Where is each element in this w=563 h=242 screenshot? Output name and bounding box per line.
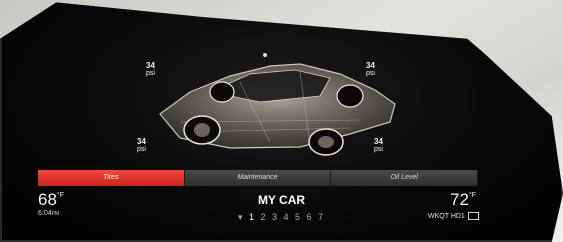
gear-others: 2 3 4 5 6 7 — [260, 212, 326, 222]
radio-station-label: WKQT HD1 — [428, 212, 465, 220]
tire-pressure-unit: psi — [137, 146, 146, 153]
tab-bar: Tires Maintenance Oil Level — [38, 170, 479, 186]
tab-oil-level[interactable]: Oil Level — [331, 170, 479, 186]
screen-title: MY CAR — [257, 193, 306, 207]
tire-pressure-front-left: 34 psi — [146, 62, 155, 78]
hd-radio-icon — [467, 212, 479, 220]
set-temperature: 72°F — [450, 190, 476, 210]
gear-arrow-icon: ▾ — [237, 212, 245, 222]
tire-pressure-rear-left: 34 psi — [137, 138, 146, 154]
tire-pressure-unit: psi — [146, 70, 155, 77]
radio-station: WKQT HD1 — [428, 212, 479, 220]
gear-selected: 1 — [248, 212, 256, 222]
tire-pressure-unit: psi — [366, 70, 375, 77]
tire-pressure-value: 34 — [137, 137, 146, 146]
tire-pressure-value: 34 — [146, 61, 155, 70]
set-temperature-value: 72 — [450, 190, 469, 209]
tire-pressure-value: 34 — [366, 61, 375, 70]
set-temperature-unit: °F — [468, 192, 476, 199]
display-screen: 34 psi 34 psi 34 psi 34 psi Tires Mainte… — [0, 2, 563, 242]
tab-maintenance[interactable]: Maintenance — [184, 170, 332, 186]
tab-tires[interactable]: Tires — [38, 170, 185, 186]
tire-pressure-rear-right: 34 psi — [374, 138, 383, 154]
tire-pressure-value: 34 — [374, 137, 383, 146]
tire-pressure-front-right: 34 psi — [366, 62, 375, 78]
tire-pressure-unit: psi — [374, 146, 383, 153]
